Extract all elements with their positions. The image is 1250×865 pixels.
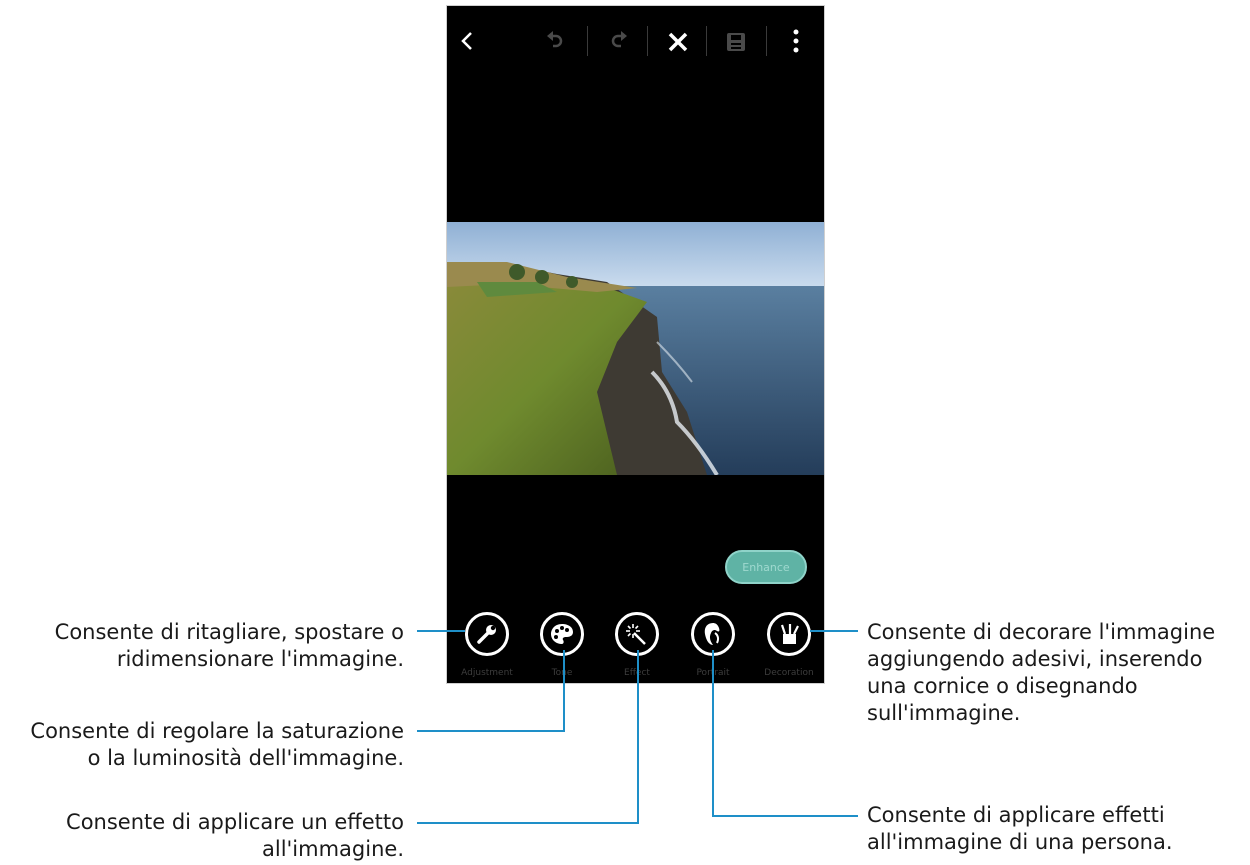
more-icon[interactable] xyxy=(783,24,809,58)
enhance-button[interactable]: Enhance xyxy=(725,550,807,584)
callout-text: Consente di applicare effetti xyxy=(867,803,1165,827)
callout-tone: Consente di regolare la saturazione o la… xyxy=(30,718,404,772)
callout-line-decoration xyxy=(810,630,858,632)
tool-label-decoration: Decoration xyxy=(764,668,814,678)
undo-icon[interactable] xyxy=(539,26,571,58)
portrait-icon xyxy=(704,623,720,645)
redo-icon[interactable] xyxy=(603,26,635,58)
palette-icon xyxy=(551,624,573,644)
toolbar-separator xyxy=(587,26,588,56)
callout-text: ridimensionare l'immagine. xyxy=(116,647,404,671)
callout-line-tone xyxy=(563,650,565,732)
decoration-icon xyxy=(780,624,799,644)
callout-line-effect xyxy=(637,650,639,824)
callout-line-adjustment xyxy=(417,630,465,632)
adjustment-button[interactable] xyxy=(465,612,509,656)
tool-label-adjustment: Adjustment xyxy=(461,668,513,678)
callout-decoration: Consente di decorare l'immagine aggiunge… xyxy=(867,619,1215,727)
wrench-icon xyxy=(477,625,496,644)
callout-text: Consente di decorare l'immagine xyxy=(867,620,1216,644)
callout-text: Consente di regolare la saturazione xyxy=(30,719,404,743)
toolbar-separator xyxy=(766,26,767,56)
callout-text: sull'immagine. xyxy=(867,701,1021,725)
callout-text: Consente di ritagliare, spostare o xyxy=(54,620,404,644)
callout-adjustment: Consente di ritagliare, spostare o ridim… xyxy=(55,619,404,673)
tool-label-tone: Tone xyxy=(551,668,573,678)
edited-photo xyxy=(447,222,824,475)
callout-text: o la luminosità dell'immagine. xyxy=(87,746,404,770)
phone-screen: Enhance Adjustment Tone E xyxy=(446,5,825,684)
callout-portrait: Consente di applicare effetti all'immagi… xyxy=(867,802,1173,856)
tone-button[interactable] xyxy=(540,612,584,656)
callout-line-effect-h xyxy=(417,822,639,824)
callout-text: una cornice o disegnando xyxy=(867,674,1138,698)
callout-text: all'immagine. xyxy=(262,837,404,861)
decoration-button[interactable] xyxy=(767,612,811,656)
magic-wand-icon xyxy=(626,624,646,645)
callout-line-tone-h xyxy=(417,730,565,732)
save-icon[interactable] xyxy=(719,25,753,59)
toolbar-separator xyxy=(647,26,648,56)
callout-effect: Consente di applicare un effetto all'imm… xyxy=(66,809,404,863)
close-icon[interactable] xyxy=(661,25,695,59)
back-icon[interactable] xyxy=(453,24,481,58)
callout-line-portrait-h xyxy=(712,815,858,817)
callout-text: all'immagine di una persona. xyxy=(867,830,1173,854)
callout-text: aggiungendo adesivi, inserendo xyxy=(867,647,1203,671)
toolbar-separator xyxy=(706,26,707,56)
callout-line-portrait xyxy=(712,650,714,817)
callout-text: Consente di applicare un effetto xyxy=(66,810,404,834)
